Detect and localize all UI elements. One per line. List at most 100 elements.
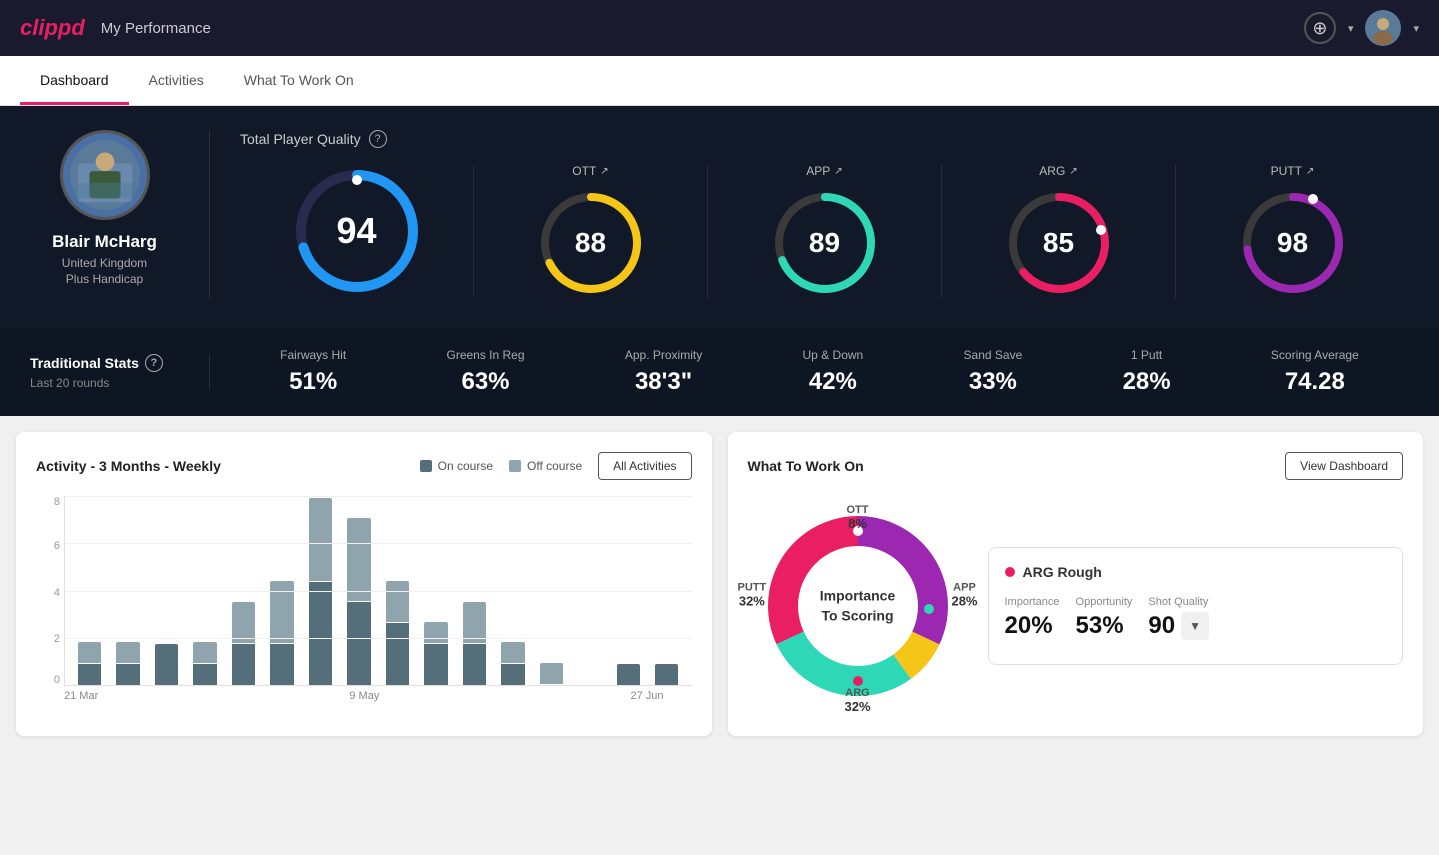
label-putt-value: 32% <box>738 594 767 609</box>
avatar-dropdown[interactable]: ▾ <box>1413 22 1419 35</box>
label-arg: ARG 32% <box>844 687 870 714</box>
quality-info-icon[interactable]: ? <box>369 130 387 148</box>
label-app-name: APP <box>951 582 977 594</box>
bar-on-course <box>501 664 524 685</box>
app-arrow: ↗ <box>834 166 842 177</box>
avatar-button[interactable] <box>1365 10 1401 46</box>
stats-row: Traditional Stats ? Last 20 rounds Fairw… <box>0 328 1439 416</box>
bar-group <box>612 496 645 685</box>
shotquality-value: 90 <box>1148 612 1175 640</box>
stat-oneputt-value: 28% <box>1123 368 1171 396</box>
bar-on-course <box>193 664 216 685</box>
player-country: United Kingdom <box>62 256 147 270</box>
lower-section: Activity - 3 Months - Weekly On course O… <box>0 416 1439 752</box>
ott-circle: 88 <box>536 188 646 298</box>
bar-group <box>458 496 491 685</box>
label-ott-name: OTT <box>847 504 869 516</box>
bar-off-course <box>309 498 332 581</box>
all-activities-button[interactable]: All Activities <box>598 452 691 480</box>
x-label-mar: 21 Mar <box>64 690 98 702</box>
stats-info-icon[interactable]: ? <box>145 354 163 372</box>
bar-group <box>342 496 375 685</box>
x-label-may: 9 May <box>349 690 379 702</box>
stat-greens-label: Greens In Reg <box>446 348 524 362</box>
putt-circle: 98 <box>1238 188 1348 298</box>
bar-on-course <box>424 644 447 685</box>
bar-on-course <box>270 644 293 685</box>
bar-off-course <box>463 602 486 643</box>
x-label-jun: 27 Jun <box>630 690 663 702</box>
main-score-value: 94 <box>336 210 376 252</box>
bar-on-course <box>463 644 486 685</box>
metric-shotquality: Shot Quality 90 ▼ <box>1148 596 1209 640</box>
activity-controls: On course Off course All Activities <box>420 452 692 480</box>
tab-dashboard[interactable]: Dashboard <box>20 56 129 105</box>
stat-greens: Greens In Reg 63% <box>446 348 524 396</box>
tab-what-to-work-on[interactable]: What To Work On <box>224 56 374 105</box>
bar-on-course <box>232 644 255 685</box>
header-add-dropdown[interactable]: ▾ <box>1348 22 1354 35</box>
bar-group <box>150 496 183 685</box>
add-button[interactable]: ⊕ <box>1304 12 1336 44</box>
detail-card-title: ARG Rough <box>1005 564 1387 580</box>
y-2: 2 <box>54 633 60 645</box>
label-putt-name: PUTT <box>738 582 767 594</box>
activity-legend: On course Off course <box>420 459 583 473</box>
bar-chart <box>64 496 692 686</box>
scores-header: Total Player Quality ? <box>240 130 1409 148</box>
stats-title: Traditional Stats ? <box>30 354 189 372</box>
stats-sub: Last 20 rounds <box>30 376 189 390</box>
work-on-header: What To Work On View Dashboard <box>748 452 1404 480</box>
bar-group <box>650 496 683 685</box>
bar-group <box>535 496 568 685</box>
work-on-content: Importance To Scoring OTT 8% APP 28% ARG… <box>748 496 1404 716</box>
arg-value: 85 <box>1043 227 1074 259</box>
legend-off-course-label: Off course <box>527 459 582 473</box>
bar-off-course <box>78 642 101 663</box>
stat-updown: Up & Down 42% <box>803 348 864 396</box>
chart-with-yaxis: 8 6 4 2 0 <box>36 496 692 686</box>
view-dashboard-button[interactable]: View Dashboard <box>1285 452 1403 480</box>
shotquality-label: Shot Quality <box>1148 596 1209 608</box>
label-ott-value: 8% <box>847 516 869 531</box>
detail-title-text: ARG Rough <box>1023 564 1102 580</box>
detail-metrics: Importance 20% Opportunity 53% Shot Qual… <box>1005 596 1387 640</box>
score-ott: OTT ↗ 88 <box>474 164 708 298</box>
bar-on-course <box>617 664 640 685</box>
app-value: 89 <box>809 227 840 259</box>
metric-opportunity: Opportunity 53% <box>1076 596 1133 640</box>
stat-sandsave: Sand Save 33% <box>964 348 1023 396</box>
header: clippd My Performance ⊕ ▾ ▾ <box>0 0 1439 56</box>
opportunity-label: Opportunity <box>1076 596 1133 608</box>
tab-activities[interactable]: Activities <box>129 56 224 105</box>
legend-on-course: On course <box>420 459 493 473</box>
importance-value: 20% <box>1005 612 1060 640</box>
stat-updown-value: 42% <box>803 368 864 396</box>
donut-section: Importance To Scoring OTT 8% APP 28% ARG… <box>748 496 968 716</box>
bar-on-course <box>116 664 139 685</box>
bar-on-course <box>309 582 332 685</box>
detail-dot <box>1005 567 1015 577</box>
label-ott: OTT 8% <box>847 504 869 531</box>
bar-on-course <box>655 664 678 685</box>
stat-scoring: Scoring Average 74.28 <box>1271 348 1359 396</box>
putt-value: 98 <box>1277 227 1308 259</box>
bar-off-course <box>232 602 255 643</box>
bar-off-course <box>270 581 293 643</box>
y-6: 6 <box>54 540 60 552</box>
donut-center-line2: To Scoring <box>820 606 895 626</box>
bar-off-course <box>386 581 409 622</box>
arg-label: ARG ↗ <box>1039 164 1077 178</box>
main-score: 94 <box>240 166 474 296</box>
x-labels: 21 Mar 9 May 27 Jun <box>36 686 692 702</box>
bar-on-course <box>386 623 409 685</box>
activity-card-header: Activity - 3 Months - Weekly On course O… <box>36 452 692 480</box>
score-app: APP ↗ 89 <box>708 164 942 298</box>
donut-center-text: Importance To Scoring <box>820 586 895 625</box>
stat-scoring-label: Scoring Average <box>1271 348 1359 362</box>
bar-group <box>188 496 221 685</box>
bar-on-course <box>155 644 178 685</box>
stat-fairways: Fairways Hit 51% <box>280 348 346 396</box>
bar-group <box>419 496 452 685</box>
stat-oneputt-label: 1 Putt <box>1123 348 1171 362</box>
